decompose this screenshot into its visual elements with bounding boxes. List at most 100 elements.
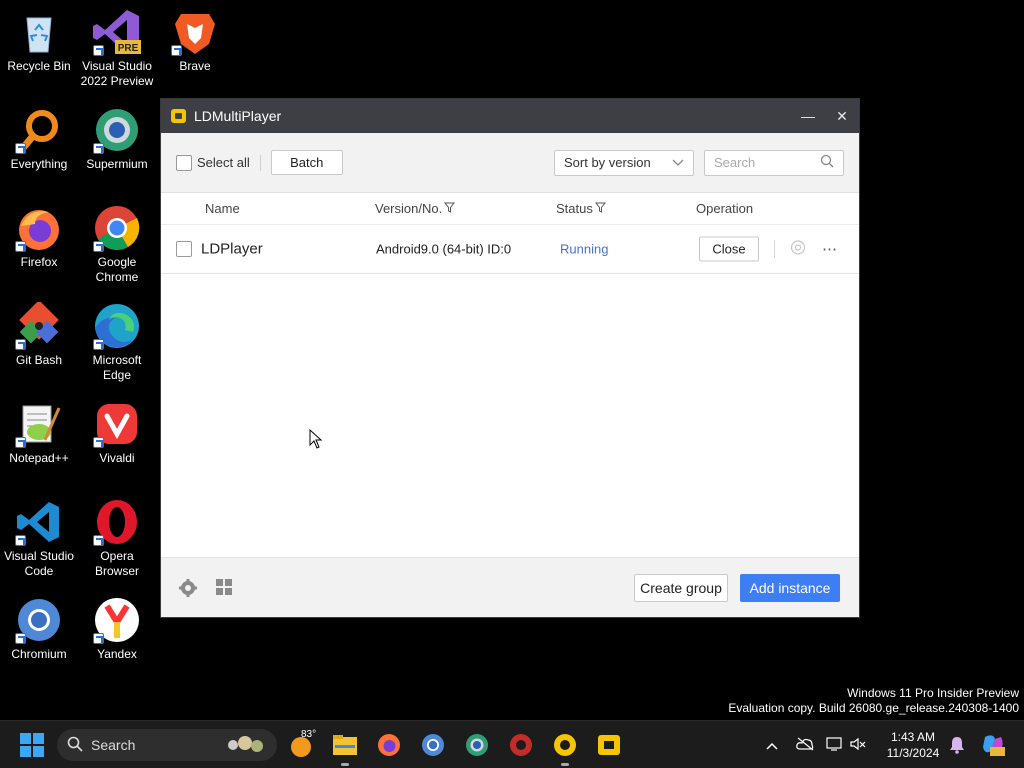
- brave-icon: [171, 8, 219, 56]
- ldplayer-taskbar-icon[interactable]: [553, 733, 577, 757]
- window-title: LDMultiPlayer: [194, 108, 282, 124]
- git-bash-icon: [15, 300, 63, 350]
- header-name: Name: [205, 201, 240, 216]
- desktop-icon-label: Visual Studio Code: [4, 549, 74, 578]
- desktop-icon-supermium[interactable]: Supermium: [78, 106, 156, 172]
- desktop-icon-label: Git Bash: [15, 353, 63, 367]
- visual-studio-icon: PRE: [93, 8, 141, 56]
- firefox-taskbar-icon[interactable]: [377, 733, 401, 757]
- desktop-icon-firefox[interactable]: Firefox: [0, 204, 78, 270]
- search-input[interactable]: Search: [704, 149, 844, 176]
- desktop-icon-label: Firefox: [20, 255, 58, 269]
- system-tray: [766, 721, 866, 768]
- add-instance-button[interactable]: Add instance: [740, 574, 840, 602]
- edge-icon: [93, 302, 141, 350]
- chevron-down-icon: [672, 155, 684, 170]
- desktop-icon-label: Visual Studio 2022 Preview: [80, 59, 154, 88]
- search-icon: [67, 736, 83, 755]
- sort-value: Sort by version: [564, 155, 651, 170]
- instance-status: Running: [560, 241, 609, 257]
- desktop-icon-brave[interactable]: Brave: [156, 8, 234, 74]
- header-status[interactable]: Status: [556, 201, 606, 216]
- chromium-icon: [15, 596, 63, 644]
- minimize-button[interactable]: —: [791, 99, 825, 133]
- taskbar-search-label: Search: [91, 737, 136, 753]
- desktop-icon-label: Yandex: [97, 647, 137, 661]
- toolbar-divider: [259, 154, 261, 171]
- desktop-icon-yandex[interactable]: Yandex: [78, 596, 156, 662]
- weather-temp: 83°: [301, 729, 317, 740]
- close-instance-button[interactable]: Close: [699, 236, 759, 262]
- instance-name: LDPlayer: [201, 240, 263, 258]
- watermark-line-2: Evaluation copy. Build 26080.ge_release.…: [728, 701, 1019, 715]
- desktop-icon-label: Supermium: [86, 157, 148, 171]
- mouse-cursor-icon: [309, 428, 323, 454]
- ldplayer-app-icon: [171, 109, 186, 123]
- clock-date: 11/3/2024: [886, 746, 940, 760]
- desktop-icon-notepadpp[interactable]: Notepad++: [0, 400, 78, 466]
- recycle-bin-icon: [15, 8, 63, 56]
- taskbar-search-box[interactable]: Search: [57, 729, 277, 761]
- desktop-icon-edge[interactable]: Microsoft Edge: [78, 302, 156, 383]
- ldmultiplayer-window: LDMultiPlayer — ✕ Select all Batch Sort …: [160, 98, 860, 618]
- desktop-icon-vivaldi[interactable]: Vivaldi: [78, 400, 156, 466]
- select-all-box[interactable]: [176, 154, 192, 171]
- desktop-icon-vscode[interactable]: Visual Studio Code: [0, 498, 78, 579]
- watermark-line-1: Windows 11 Pro Insider Preview: [847, 686, 1019, 700]
- search-icon[interactable]: [820, 154, 834, 171]
- create-group-button[interactable]: Create group: [634, 574, 728, 602]
- select-all-checkbox[interactable]: Select all: [176, 154, 250, 171]
- windows-watermark: Windows 11 Pro Insider Preview Evaluatio…: [728, 686, 1019, 716]
- chromium-taskbar-icon[interactable]: [421, 733, 445, 757]
- desktop-icon-git-bash[interactable]: Git Bash: [0, 300, 78, 368]
- ldmultiplayer-taskbar-icon[interactable]: [597, 733, 621, 757]
- desktop-icon-opera[interactable]: Opera Browser: [78, 498, 156, 579]
- desktop-icon-chromium[interactable]: Chromium: [0, 596, 78, 662]
- everything-icon: [15, 106, 63, 154]
- desktop-icon-label: Microsoft Edge: [92, 353, 142, 382]
- row-checkbox[interactable]: [176, 241, 192, 257]
- table-header: Name Version/No. Status Operation: [161, 193, 859, 225]
- running-indicator: [561, 763, 569, 766]
- volume-muted-icon[interactable]: [850, 737, 866, 754]
- running-indicator: [341, 763, 349, 766]
- window-titlebar[interactable]: LDMultiPlayer — ✕: [161, 99, 859, 133]
- desktop-icon-everything[interactable]: Everything: [0, 106, 78, 172]
- search-highlight-icon: [225, 733, 267, 758]
- notification-bell-icon[interactable]: [949, 736, 965, 759]
- desktop-icon-label: Brave: [179, 59, 211, 73]
- clock-time: 1:43 AM: [890, 730, 936, 744]
- toolbar: Select all Batch Sort by version Search: [161, 133, 859, 193]
- batch-button[interactable]: Batch: [270, 150, 343, 175]
- header-version[interactable]: Version/No.: [375, 201, 456, 216]
- desktop-icon-visual-studio[interactable]: PRE Visual Studio 2022 Preview: [78, 8, 156, 89]
- supermium-icon: [93, 106, 141, 154]
- desktop-icon-label: Everything: [10, 157, 68, 171]
- window-footer: Create group Add instance: [161, 557, 859, 617]
- start-windows-icon[interactable]: [20, 733, 44, 757]
- taskbar-clock[interactable]: 1:43 AM 11/3/2024: [878, 729, 948, 761]
- vscode-icon: [15, 498, 63, 546]
- file-explorer-icon[interactable]: [333, 733, 357, 757]
- desktop-icon-google-chrome[interactable]: Google Chrome: [78, 204, 156, 285]
- instance-version: Android9.0 (64-bit) ID:0: [376, 241, 512, 257]
- close-window-button[interactable]: ✕: [825, 99, 859, 133]
- chevron-up-icon[interactable]: [766, 738, 778, 753]
- filter-icon[interactable]: [594, 201, 606, 216]
- grid-view-icon[interactable]: [216, 579, 233, 601]
- app-taskbar-icon[interactable]: [509, 733, 533, 757]
- display-icon[interactable]: [826, 736, 842, 754]
- desktop-icon-label: Google Chrome: [95, 255, 139, 284]
- notepadpp-icon: [15, 400, 63, 448]
- onedrive-offline-icon[interactable]: [796, 737, 814, 754]
- table-row[interactable]: LDPlayer Android9.0 (64-bit) ID:0 Runnin…: [161, 225, 859, 274]
- opera-icon: [93, 498, 141, 546]
- filter-icon[interactable]: [444, 201, 456, 216]
- more-options-icon[interactable]: ⋯: [822, 240, 837, 258]
- supermium-taskbar-icon[interactable]: [465, 733, 489, 757]
- gear-icon[interactable]: [179, 579, 197, 602]
- settings-icon[interactable]: [790, 240, 806, 259]
- copilot-preview-icon[interactable]: [981, 733, 1005, 762]
- desktop-icon-recycle-bin[interactable]: Recycle Bin: [0, 8, 78, 74]
- sort-dropdown[interactable]: Sort by version: [554, 149, 694, 176]
